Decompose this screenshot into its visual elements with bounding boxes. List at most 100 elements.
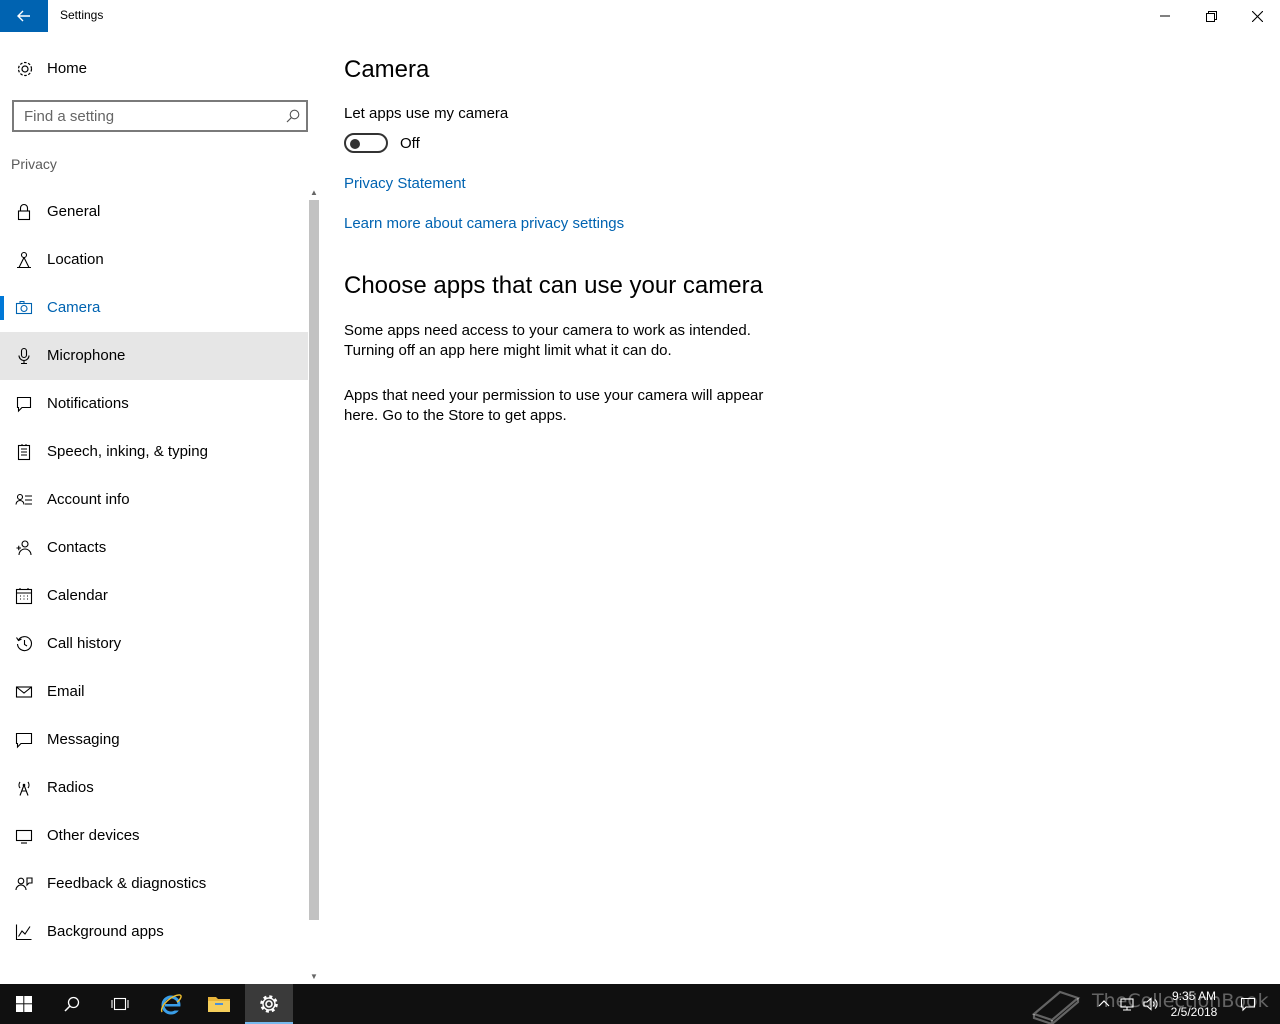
section-label: Privacy <box>11 156 57 172</box>
sidebar-item-label: Location <box>47 251 104 268</box>
location-icon <box>17 251 31 269</box>
close-icon <box>1251 10 1263 22</box>
search-icon[interactable] <box>286 109 300 123</box>
home-label: Home <box>47 60 88 77</box>
lock-icon <box>17 203 31 221</box>
email-icon <box>15 686 33 698</box>
sidebar-item-label: Call history <box>47 635 122 652</box>
sidebar-item-microphone[interactable]: Microphone <box>0 332 308 380</box>
file-explorer-button[interactable] <box>195 984 243 1024</box>
other-devices-icon <box>15 829 33 844</box>
sidebar-item-radios[interactable]: Radios <box>0 764 308 812</box>
sidebar-item-label: Speech, inking, & typing <box>47 443 208 460</box>
no-apps-text: Apps that need your permission to use yo… <box>344 387 764 424</box>
sidebar-item-contacts[interactable]: Contacts <box>0 524 308 572</box>
taskbar: TheCollectionBook 9:35 AM 2/5/2018 <box>0 984 1280 1024</box>
search-icon <box>64 996 80 1012</box>
sidebar-item-call-history[interactable]: Call history <box>0 620 308 668</box>
privacy-nav: General Location Camera Microphone Notif… <box>0 188 308 956</box>
sidebar-item-label: Camera <box>47 299 101 316</box>
task-view-icon <box>111 997 129 1011</box>
title-bar: Settings <box>0 0 1280 32</box>
feedback-icon <box>15 877 33 891</box>
messaging-icon <box>15 732 33 749</box>
internet-explorer-button[interactable] <box>147 984 195 1024</box>
home-nav-item[interactable]: Home <box>0 54 308 84</box>
volume-icon[interactable] <box>1142 996 1158 1012</box>
page-title: Camera <box>344 56 430 83</box>
sidebar-item-other-devices[interactable]: Other devices <box>0 812 308 860</box>
close-button[interactable] <box>1234 0 1280 32</box>
sidebar-item-speech[interactable]: Speech, inking, & typing <box>0 428 308 476</box>
notifications-icon <box>16 396 32 413</box>
restore-button[interactable] <box>1188 0 1234 32</box>
sidebar-item-label: Account info <box>47 491 130 508</box>
minimize-icon <box>1160 15 1170 17</box>
system-clock[interactable]: 9:35 AM 2/5/2018 <box>1164 988 1224 1020</box>
sidebar-item-calendar[interactable]: Calendar <box>0 572 308 620</box>
sidebar-item-notifications[interactable]: Notifications <box>0 380 308 428</box>
sidebar-item-label: Microphone <box>47 347 126 364</box>
network-icon[interactable] <box>1119 996 1135 1012</box>
clock-date: 2/5/2018 <box>1170 1005 1218 1019</box>
call-history-icon <box>16 636 33 652</box>
sidebar: Home Privacy General Location <box>0 32 320 984</box>
sidebar-item-email[interactable]: Email <box>0 668 308 716</box>
scroll-down-arrow-icon[interactable]: ▼ <box>309 972 319 982</box>
microphone-icon <box>18 347 30 365</box>
toggle-knob <box>350 139 360 149</box>
internet-explorer-icon <box>160 994 182 1015</box>
toggle-state-label: Off <box>400 135 420 152</box>
folder-icon <box>208 997 230 1012</box>
sidebar-item-label: Calendar <box>47 587 108 604</box>
window-title: Settings <box>60 8 104 22</box>
action-center-icon[interactable] <box>1240 996 1256 1012</box>
restore-icon <box>1205 10 1217 22</box>
search-taskbar-button[interactable] <box>48 984 96 1024</box>
gear-icon <box>17 61 33 77</box>
sidebar-item-label: Messaging <box>47 731 120 748</box>
search-box <box>12 100 308 132</box>
sidebar-item-label: Other devices <box>47 827 140 844</box>
sidebar-item-label: Radios <box>47 779 94 796</box>
sidebar-item-label: Notifications <box>47 395 129 412</box>
background-apps-icon <box>15 924 32 941</box>
description-text: Some apps need access to your camera to … <box>344 322 751 359</box>
windows-logo-icon <box>16 996 32 1012</box>
speech-icon <box>17 444 31 461</box>
sidebar-item-messaging[interactable]: Messaging <box>0 716 308 764</box>
sidebar-item-camera[interactable]: Camera <box>0 284 308 332</box>
camera-access-toggle[interactable] <box>344 133 388 153</box>
sidebar-item-label: Feedback & diagnostics <box>47 875 207 892</box>
section-title: Choose apps that can use your camera <box>344 272 763 299</box>
back-arrow-icon <box>17 10 30 22</box>
scroll-up-arrow-icon[interactable]: ▲ <box>309 188 319 198</box>
setting-label: Let apps use my camera <box>344 105 509 122</box>
gear-icon <box>260 995 278 1013</box>
start-button[interactable] <box>0 984 48 1024</box>
minimize-button[interactable] <box>1142 0 1188 32</box>
contacts-icon <box>16 540 32 556</box>
sidebar-item-account-info[interactable]: Account info <box>0 476 308 524</box>
sidebar-item-label: General <box>47 203 101 220</box>
privacy-statement-link[interactable]: Privacy Statement <box>344 175 466 192</box>
back-button[interactable] <box>0 0 48 32</box>
sidebar-item-label: Contacts <box>47 539 107 556</box>
learn-more-link[interactable]: Learn more about camera privacy settings <box>344 215 624 232</box>
calendar-icon <box>15 588 33 605</box>
sidebar-item-feedback[interactable]: Feedback & diagnostics <box>0 860 308 908</box>
task-view-button[interactable] <box>96 984 144 1024</box>
sidebar-item-background-apps[interactable]: Background apps <box>0 908 308 956</box>
sidebar-item-location[interactable]: Location <box>0 236 308 284</box>
camera-icon <box>15 301 33 315</box>
radios-icon <box>18 781 30 796</box>
sidebar-item-label: Background apps <box>47 923 164 940</box>
sidebar-item-general[interactable]: General <box>0 188 308 236</box>
chevron-up-icon[interactable] <box>1096 996 1112 1012</box>
account-info-icon <box>15 493 32 505</box>
sidebar-item-label: Email <box>47 683 85 700</box>
settings-taskbar-button[interactable] <box>245 984 293 1024</box>
search-input[interactable] <box>14 102 264 130</box>
scrollbar-thumb[interactable] <box>309 200 319 920</box>
book-logo-icon <box>1031 990 1081 1024</box>
